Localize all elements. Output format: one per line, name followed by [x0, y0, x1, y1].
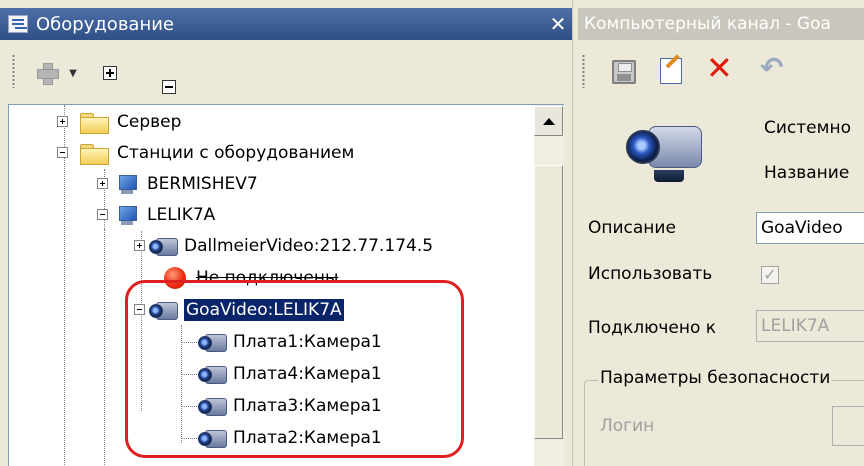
delete-icon[interactable]: ✕: [706, 52, 733, 84]
connected-to-field[interactable]: LELIK7A: [756, 310, 864, 342]
video-camera-icon: [624, 116, 704, 186]
tree-node-label: BERMISHEV7: [147, 174, 258, 194]
tree-node-bermishev7[interactable]: BERMISHEV7: [97, 169, 258, 199]
tree-list-icon: [8, 15, 28, 33]
collapse-toggle[interactable]: [57, 147, 68, 158]
tree-node-dallmeier[interactable]: DallmeierVideo:212.77.174.5: [134, 231, 433, 261]
scroll-thumb[interactable]: [534, 165, 563, 439]
toolbar-grip[interactable]: [582, 54, 585, 88]
system-label: Системно: [764, 118, 851, 138]
toolbar-grip[interactable]: [12, 54, 15, 88]
expand-toggle[interactable]: [97, 178, 108, 189]
edit-icon[interactable]: [660, 58, 682, 84]
tree-node-label: LELIK7A: [147, 205, 216, 225]
tree-node-lelik7a[interactable]: LELIK7A: [97, 200, 215, 230]
use-label: Использовать: [588, 264, 713, 284]
up-arrow-icon: [542, 117, 555, 125]
collapse-all-button[interactable]: [162, 80, 176, 94]
undo-icon[interactable]: ↶: [760, 54, 783, 82]
tree-scrollbar[interactable]: [534, 105, 564, 466]
video-camera-icon: [148, 234, 178, 258]
tree-guide-line: [104, 229, 105, 466]
expand-toggle[interactable]: [134, 240, 145, 251]
tree-node-server[interactable]: Сервер: [57, 107, 181, 137]
computer-icon: [117, 173, 139, 195]
save-icon[interactable]: [612, 60, 636, 84]
login-label: Логин: [600, 416, 655, 436]
tree-node-label: DallmeierVideo:212.77.174.5: [184, 236, 434, 256]
close-button[interactable]: ✕: [544, 12, 572, 36]
panel-title: Оборудование: [36, 13, 174, 35]
folder-icon: [79, 142, 109, 165]
description-label: Описание: [588, 218, 676, 238]
tree-node-label: Станции с оборудованием: [117, 143, 355, 163]
highlight-annotation: [125, 280, 464, 458]
expand-all-button[interactable]: [103, 66, 117, 80]
scroll-up-button[interactable]: [534, 106, 563, 136]
plus-icon: [36, 62, 59, 85]
add-dropdown-arrow[interactable]: ▼: [66, 64, 80, 82]
folder-icon: [79, 111, 109, 134]
name-label: Название: [764, 163, 850, 183]
tree-node-label: Сервер: [117, 112, 182, 132]
security-groupbox-title: Параметры безопасности: [598, 368, 833, 388]
equipment-panel: Оборудование ✕ ▼ Сервер Станции с оборуд…: [0, 0, 572, 466]
equipment-toolbar: ▼: [0, 40, 572, 104]
computer-icon: [117, 204, 139, 226]
properties-toolbar: ✕ ↶: [578, 40, 864, 104]
channel-properties-panel: Компьютерный канал - Goa ✕ ↶ Системно На…: [578, 0, 864, 466]
equipment-panel-titlebar: Оборудование ✕: [0, 8, 572, 40]
connected-to-label: Подключено к: [588, 318, 717, 338]
tree-node-stations[interactable]: Станции с оборудованием: [57, 138, 354, 168]
collapse-toggle[interactable]: [97, 209, 108, 220]
description-field[interactable]: GoaVideo: [756, 212, 864, 244]
properties-titlebar: Компьютерный канал - Goa: [578, 8, 864, 40]
add-button[interactable]: [32, 60, 62, 86]
login-field[interactable]: [832, 406, 864, 446]
use-checkbox[interactable]: ✓: [761, 266, 779, 284]
expand-toggle[interactable]: [57, 116, 68, 127]
